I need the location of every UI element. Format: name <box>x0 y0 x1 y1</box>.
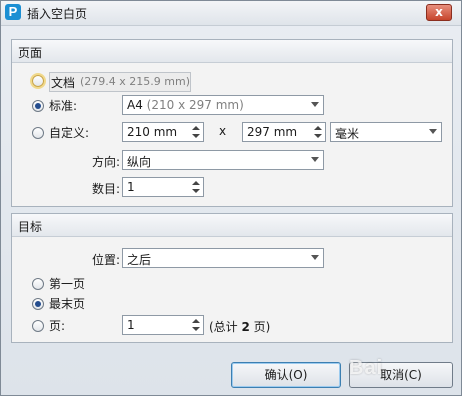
arrow-up-icon[interactable] <box>192 126 200 130</box>
title-bar: P 插入空白页 x <box>1 1 461 26</box>
custom-height-stepper[interactable]: 297 mm <box>242 122 326 142</box>
arrow-down-icon[interactable] <box>192 134 200 138</box>
page-label: 页: <box>49 319 66 333</box>
arrow-up-icon[interactable] <box>314 126 322 130</box>
watermark-logo: Bai <box>349 357 384 379</box>
total-pages-text: (总计 2 页) <box>209 320 271 334</box>
page-group-header: 页面 <box>12 40 452 63</box>
doc-size-field: 文档 (279.4 x 215.9 mm) <box>49 72 191 92</box>
target-group-title: 目标 <box>18 220 43 234</box>
page-group-title: 页面 <box>18 46 43 60</box>
last-page-radio[interactable] <box>32 298 44 310</box>
first-page-label: 第一页 <box>49 277 86 291</box>
count-label: 数目: <box>92 182 121 196</box>
arrow-up-icon[interactable] <box>192 181 200 185</box>
orientation-value: 纵向 <box>127 155 152 169</box>
custom-width-stepper[interactable]: 210 mm <box>122 122 204 142</box>
orientation-select[interactable]: 纵向 <box>122 150 324 170</box>
standard-size-value: A4 (210 x 297 mm) <box>127 98 244 112</box>
chevron-down-icon <box>311 157 319 162</box>
last-page-label: 最末页 <box>49 297 86 311</box>
doc-size-value: (279.4 x 215.9 mm) <box>80 75 190 88</box>
custom-size-radio[interactable] <box>32 127 44 139</box>
standard-size-label: 标准: <box>49 99 78 113</box>
standard-size-select[interactable]: A4 (210 x 297 mm) <box>122 95 324 115</box>
doc-size-radio[interactable] <box>32 75 44 87</box>
page-group: 页面 文档 (279.4 x 215.9 mm) 标准: A4 (210 x 2… <box>11 39 453 207</box>
doc-size-label: 文档 <box>51 76 76 90</box>
window-title: 插入空白页 <box>27 7 88 21</box>
custom-size-label: 自定义: <box>49 126 90 140</box>
count-stepper[interactable]: 1 <box>122 177 204 197</box>
insert-blank-page-dialog: P 插入空白页 x 页面 文档 (279.4 x 215.9 mm) 标准: A… <box>0 0 462 396</box>
times-label: x <box>219 124 227 138</box>
custom-height-value: 297 mm <box>247 125 298 139</box>
chevron-down-icon <box>311 255 319 260</box>
ok-button[interactable]: 确认(O) <box>231 362 341 388</box>
arrow-up-icon[interactable] <box>192 319 200 323</box>
page-number-stepper[interactable]: 1 <box>122 315 204 335</box>
page-radio[interactable] <box>32 320 44 332</box>
target-group: 目标 位置: 之后 第一页 最末页 页: 1 (总计 2 页) <box>11 213 453 343</box>
arrow-down-icon[interactable] <box>314 134 322 138</box>
unit-value: 毫米 <box>335 127 360 141</box>
chevron-down-icon <box>429 129 437 134</box>
first-page-radio[interactable] <box>32 278 44 290</box>
position-label: 位置: <box>92 253 121 267</box>
count-value: 1 <box>127 180 135 194</box>
unit-select[interactable]: 毫米 <box>330 122 442 142</box>
standard-size-radio[interactable] <box>32 100 44 112</box>
app-logo-icon: P <box>5 4 21 20</box>
orientation-label: 方向: <box>92 155 121 169</box>
arrow-down-icon[interactable] <box>192 327 200 331</box>
position-value: 之后 <box>127 253 152 267</box>
page-number-value: 1 <box>127 318 135 332</box>
target-group-header: 目标 <box>12 214 452 237</box>
custom-width-value: 210 mm <box>127 125 178 139</box>
position-select[interactable]: 之后 <box>122 248 324 268</box>
close-button[interactable]: x <box>426 4 452 21</box>
chevron-down-icon <box>311 102 319 107</box>
arrow-down-icon[interactable] <box>192 189 200 193</box>
